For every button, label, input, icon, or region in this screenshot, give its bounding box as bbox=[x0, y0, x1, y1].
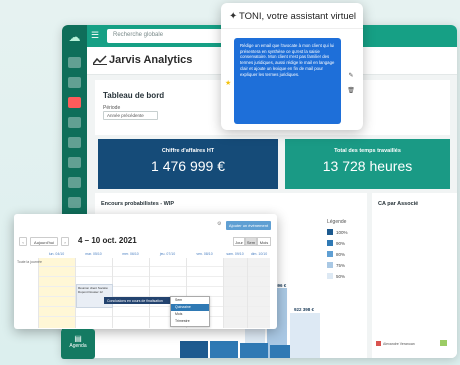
calendar-event[interactable]: Réunion client Société Dupont Dossier 12 bbox=[76, 284, 113, 308]
sidebar-billing-icon[interactable] bbox=[68, 177, 81, 188]
ca-legend-item[interactable]: Alexandre Veranoan bbox=[376, 341, 415, 346]
legend-item[interactable]: 50% bbox=[327, 272, 367, 280]
divider bbox=[221, 28, 363, 29]
legend-item[interactable]: 90% bbox=[327, 239, 367, 247]
ca-partner-card: CA par Associé Alexandre Veranoan bbox=[372, 193, 457, 358]
wip-bar bbox=[240, 343, 268, 358]
prev-arrow-icon[interactable]: ‹ bbox=[19, 237, 27, 246]
wip-bar bbox=[290, 313, 320, 358]
day-header: jeu. 07/10 bbox=[159, 252, 176, 256]
kpi-hours-label: Total des temps travaillés bbox=[334, 148, 401, 154]
menu-item[interactable]: Quinzaine bbox=[171, 304, 209, 311]
ca-title: CA par Associé bbox=[378, 201, 419, 207]
sidebar-doc-icon[interactable] bbox=[68, 137, 81, 148]
agenda-icon: ▤ bbox=[74, 334, 82, 343]
sidebar-time-icon[interactable] bbox=[68, 117, 81, 128]
wip-legend: Légende 100% 90% 80% 75% 50% bbox=[327, 219, 367, 283]
delete-icon[interactable]: 🗑 bbox=[346, 87, 356, 97]
menu-item[interactable]: Trimestre bbox=[171, 318, 209, 325]
legend-title: Légende bbox=[327, 219, 347, 225]
wip-bar bbox=[270, 345, 290, 358]
menu-item[interactable]: Mois bbox=[171, 311, 209, 318]
assistant-gear-icon: ✦ bbox=[229, 11, 238, 22]
context-menu: Sem Quinzaine Mois Trimestre bbox=[170, 296, 210, 327]
sidebar-alert-icon[interactable] bbox=[68, 97, 81, 108]
page-title: Tableau de bord bbox=[103, 91, 165, 100]
wip-bar bbox=[210, 341, 238, 358]
view-day-button[interactable]: Jour bbox=[233, 237, 245, 246]
kpi-hours-card: Total des temps travaillés 13 728 heures bbox=[285, 139, 450, 189]
kpi-revenue-card: Chiffre d'affaires HT 1 476 999 € bbox=[98, 139, 278, 189]
kpi-revenue-value: 1 476 999 € bbox=[151, 158, 225, 174]
sidebar-calendar-icon[interactable] bbox=[68, 157, 81, 168]
star-icon: ★ bbox=[225, 80, 232, 87]
app-title: Jarvis Analytics bbox=[109, 54, 193, 66]
period-select[interactable]: Année précédente bbox=[103, 111, 158, 120]
day-header: mer. 06/10 bbox=[122, 252, 139, 256]
calendar-window: ⚙ Ajouter un événement ‹ Aujourd'hui › 4… bbox=[14, 214, 277, 329]
day-header: ven. 08/10 bbox=[196, 252, 213, 256]
add-event-button[interactable]: Ajouter un événement bbox=[226, 221, 271, 230]
assistant-message: Rédige un email que l'avocate à mon clie… bbox=[234, 38, 341, 124]
edit-icon[interactable]: ✎ bbox=[346, 72, 356, 82]
day-header: dim. 10/10 bbox=[250, 252, 268, 256]
day-header: mar. 05/10 bbox=[85, 252, 102, 256]
menu-icon[interactable]: ☰ bbox=[91, 30, 99, 41]
app-logo-icon: ☁ bbox=[68, 30, 81, 44]
legend-item[interactable]: 75% bbox=[327, 261, 367, 269]
allday-label: Toute la journée bbox=[17, 260, 42, 264]
sidebar-home-icon[interactable] bbox=[68, 57, 81, 68]
dragged-event[interactable]: Conclusions en cours de finalisation bbox=[104, 297, 171, 304]
assistant-panel: ✦ TONI, votre assistant virtuel ★ Rédige… bbox=[221, 3, 363, 130]
settings-icon[interactable]: ⚙ bbox=[217, 221, 221, 227]
view-week-button[interactable]: Sem bbox=[245, 237, 257, 246]
wip-title: Encours probabilistes - WIP bbox=[101, 201, 175, 207]
wip-value-label: 922 398 € bbox=[294, 307, 315, 312]
kpi-hours-value: 13 728 heures bbox=[322, 158, 413, 174]
agenda-label: Agenda bbox=[69, 343, 87, 349]
day-header: lun. 04/10 bbox=[48, 252, 65, 256]
day-header: sam. 09/10 bbox=[226, 252, 244, 256]
wip-bar bbox=[180, 341, 208, 358]
calendar-range: 4 – 10 oct. 2021 bbox=[78, 236, 137, 245]
ca-legend-swatch bbox=[440, 340, 447, 346]
kpi-revenue-label: Chiffre d'affaires HT bbox=[161, 148, 215, 154]
calendar-grid[interactable] bbox=[38, 258, 270, 328]
sidebar-stats-icon[interactable] bbox=[68, 77, 81, 88]
legend-item[interactable]: 80% bbox=[327, 250, 367, 258]
agenda-tab[interactable]: ▤ Agenda bbox=[61, 329, 95, 359]
today-button[interactable]: Aujourd'hui bbox=[30, 237, 58, 246]
line-chart-icon bbox=[93, 55, 107, 65]
menu-item[interactable]: Sem bbox=[171, 297, 209, 304]
next-arrow-icon[interactable]: › bbox=[61, 237, 69, 246]
view-month-button[interactable]: Mois bbox=[257, 237, 271, 246]
legend-item[interactable]: 100% bbox=[327, 228, 367, 236]
assistant-title: TONI, votre assistant virtuel bbox=[239, 11, 357, 22]
sidebar-clients-icon[interactable] bbox=[68, 197, 81, 208]
